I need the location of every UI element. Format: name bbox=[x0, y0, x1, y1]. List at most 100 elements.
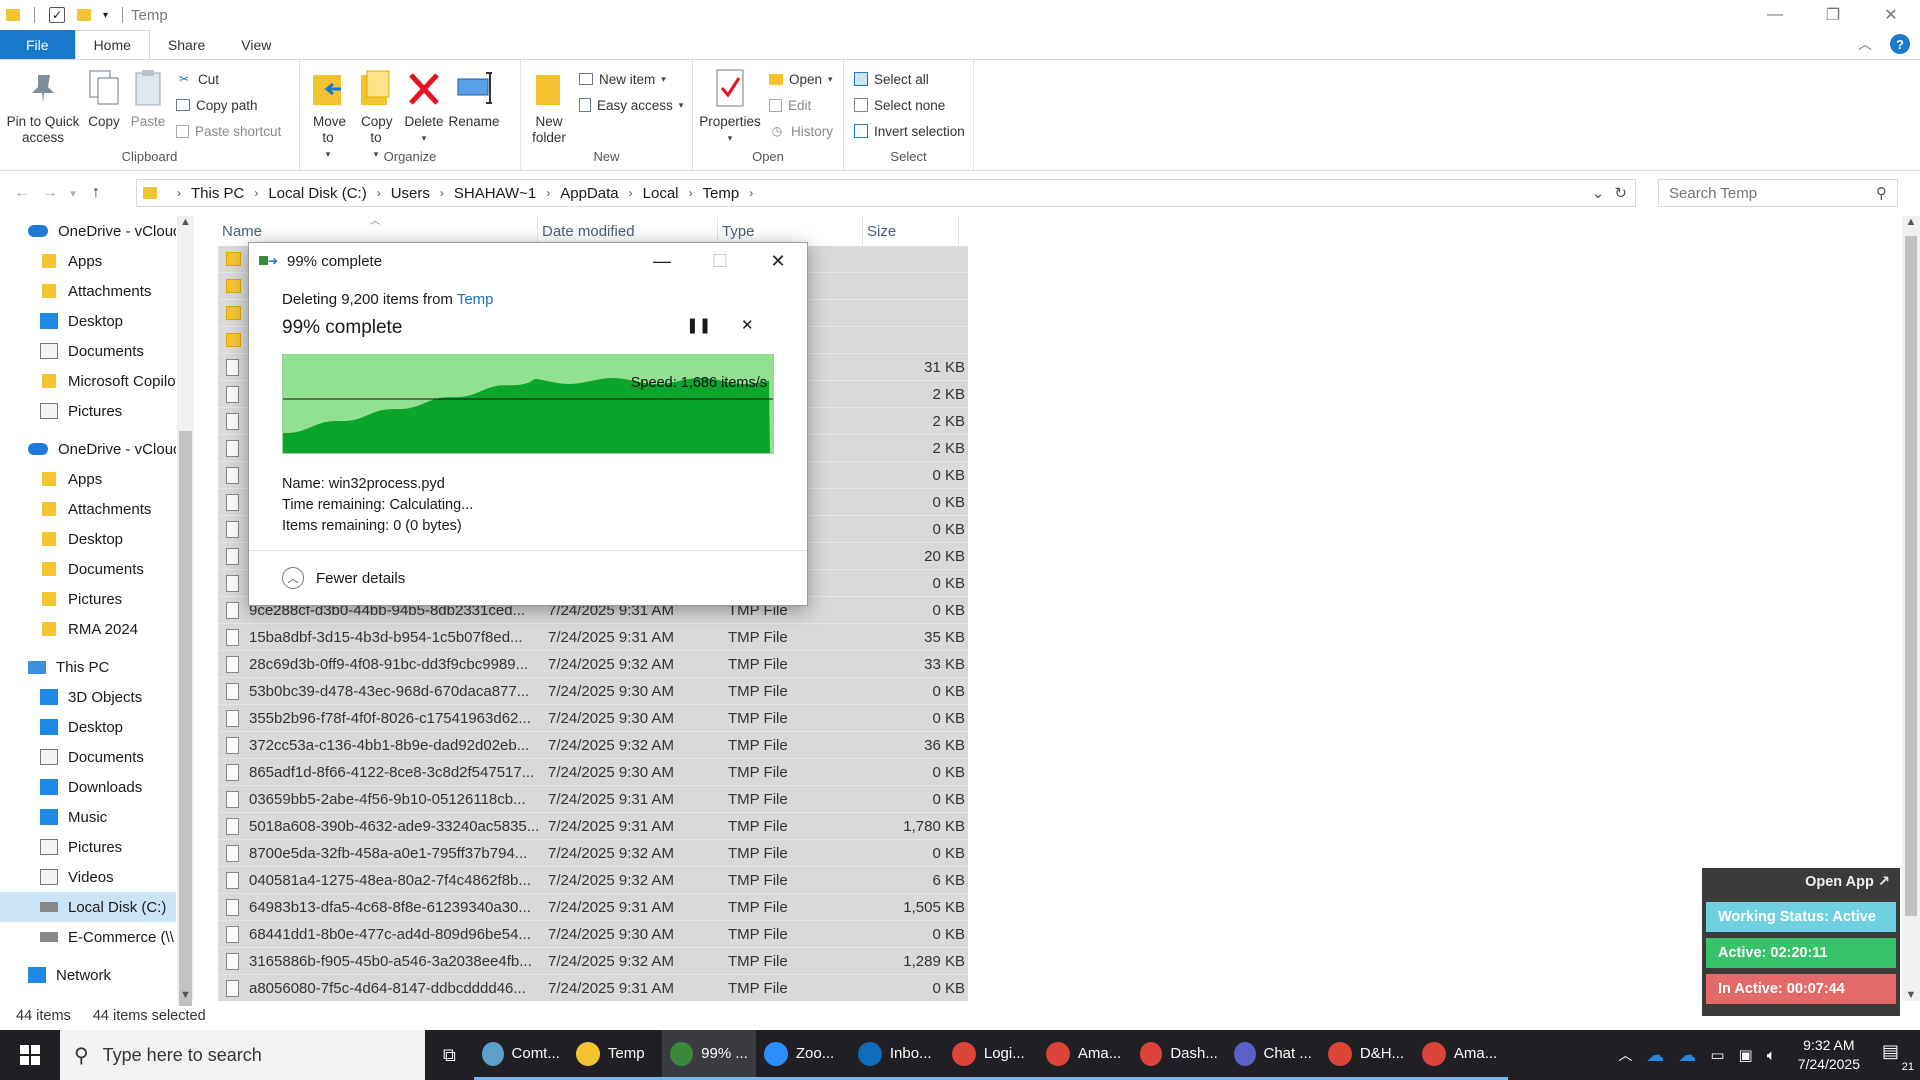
nav-item[interactable]: Network bbox=[0, 960, 176, 990]
open-app-button[interactable]: Open App ↗ bbox=[1706, 874, 1896, 896]
paste-shortcut-button[interactable]: Paste shortcut bbox=[176, 120, 281, 142]
chevron-right-icon[interactable]: › bbox=[546, 186, 550, 200]
onedrive-icon[interactable]: ☁ bbox=[1678, 1045, 1696, 1066]
new-folder-quick-icon[interactable] bbox=[77, 9, 91, 21]
tab-share[interactable]: Share bbox=[150, 30, 223, 60]
recent-locations-icon[interactable]: ▾ bbox=[64, 187, 82, 200]
battery-icon[interactable]: ▭ bbox=[1710, 1046, 1724, 1064]
select-none-button[interactable]: Select none bbox=[854, 94, 965, 116]
nav-item[interactable]: Apps bbox=[0, 464, 176, 494]
cut-button[interactable]: ✂ Cut bbox=[176, 68, 281, 90]
nav-item[interactable]: This PC bbox=[0, 652, 176, 682]
nav-item[interactable]: Microsoft Copilot bbox=[0, 366, 176, 396]
up-arrow-icon[interactable]: ↑ bbox=[82, 184, 110, 202]
nav-item[interactable]: Attachments bbox=[0, 494, 176, 524]
select-all-button[interactable]: Select all bbox=[854, 68, 965, 90]
show-hidden-icons-icon[interactable]: ︿ bbox=[1618, 1045, 1632, 1065]
chevron-right-icon[interactable]: › bbox=[254, 186, 258, 200]
nav-item[interactable]: RMA 2024 bbox=[0, 614, 176, 644]
table-row[interactable]: 3165886b-f905-45b0-a546-3a2038ee4fb... 7/… bbox=[218, 948, 968, 975]
nav-item[interactable]: Attachments bbox=[0, 276, 176, 306]
breadcrumb[interactable]: › This PC › Local Disk (C:) › Users › SH… bbox=[136, 179, 1636, 207]
open-button[interactable]: Open ▾ bbox=[769, 68, 833, 90]
pause-icon[interactable]: ❚❚ bbox=[686, 316, 711, 334]
volume-icon[interactable]: 🔈︎ bbox=[1767, 1047, 1776, 1064]
tab-file[interactable]: File bbox=[0, 30, 75, 60]
nav-item[interactable]: Pictures bbox=[0, 832, 176, 862]
taskbar-app[interactable]: Temp bbox=[567, 1030, 662, 1080]
nav-item[interactable]: OneDrive - vCloud bbox=[0, 216, 176, 246]
chevron-right-icon[interactable]: › bbox=[177, 186, 181, 200]
nav-item[interactable]: Videos bbox=[0, 862, 176, 892]
taskbar-app[interactable]: Zoo... bbox=[755, 1030, 850, 1080]
breadcrumb-users[interactable]: Users bbox=[391, 185, 430, 202]
properties-quick-icon[interactable]: ✓ bbox=[49, 7, 65, 23]
forward-arrow-icon[interactable]: → bbox=[36, 184, 64, 202]
scroll-down-icon[interactable]: ▼ bbox=[1902, 989, 1920, 1001]
taskbar-app[interactable]: Chat ... bbox=[1225, 1030, 1320, 1080]
table-row[interactable]: 68441dd1-8b0e-477c-ad4d-809d96be54... 7/2… bbox=[218, 921, 968, 948]
minimize-button[interactable]: — bbox=[1746, 0, 1804, 30]
nav-item[interactable]: Documents bbox=[0, 554, 176, 584]
back-arrow-icon[interactable]: ← bbox=[8, 184, 36, 202]
scroll-up-icon[interactable]: ▲ bbox=[177, 216, 194, 228]
nav-item[interactable]: E-Commerce (\\ bbox=[0, 922, 176, 952]
file-list-scrollbar[interactable]: ▲ ▼ bbox=[1902, 216, 1920, 1001]
column-size[interactable]: Size bbox=[863, 216, 959, 246]
address-dropdown-icon[interactable]: ⌄ bbox=[1592, 184, 1605, 202]
onedrive-icon[interactable]: ☁ bbox=[1646, 1045, 1664, 1066]
table-row[interactable]: 28c69d3b-0ff9-4f08-91bc-dd3f9cbc9989... 7… bbox=[218, 651, 968, 678]
table-row[interactable]: 865adf1d-8f66-4122-8ce8-3c8d2f547517... 7… bbox=[218, 759, 968, 786]
search-icon[interactable]: ⚲ bbox=[1876, 184, 1887, 202]
easy-access-button[interactable]: Easy access ▾ bbox=[579, 94, 683, 116]
file-list-scroll-thumb[interactable] bbox=[1905, 236, 1917, 916]
help-icon[interactable]: ? bbox=[1890, 34, 1910, 54]
chevron-up-icon[interactable]: ︿ bbox=[282, 567, 304, 589]
edit-button[interactable]: Edit bbox=[769, 94, 833, 116]
search-input[interactable] bbox=[1669, 184, 1876, 202]
taskbar-app[interactable]: Comt... bbox=[473, 1030, 568, 1080]
breadcrumb-appdata[interactable]: AppData bbox=[560, 185, 618, 202]
chevron-right-icon[interactable]: › bbox=[377, 186, 381, 200]
nav-item[interactable]: Pictures bbox=[0, 396, 176, 426]
nav-item[interactable]: OneDrive - vCloud bbox=[0, 434, 176, 464]
copy-path-button[interactable]: Copy path bbox=[176, 94, 281, 116]
breadcrumb-local-disk[interactable]: Local Disk (C:) bbox=[268, 185, 366, 202]
invert-selection-button[interactable]: Invert selection bbox=[854, 120, 965, 142]
nav-scrollbar[interactable]: ▲ ▼ bbox=[177, 216, 194, 1006]
clock[interactable]: 9:32 AM 7/24/2025 bbox=[1798, 1036, 1860, 1074]
nav-item[interactable]: Pictures bbox=[0, 584, 176, 614]
breadcrumb-user[interactable]: SHAHAW~1 bbox=[454, 185, 536, 202]
taskbar-app[interactable]: Dash... bbox=[1131, 1030, 1226, 1080]
nav-item[interactable]: Desktop bbox=[0, 524, 176, 554]
new-item-button[interactable]: New item ▾ bbox=[579, 68, 683, 90]
notification-icon[interactable]: ▤ 21 bbox=[1882, 1041, 1914, 1073]
search-box[interactable]: ⚲ bbox=[1658, 179, 1898, 207]
nav-scroll-thumb[interactable] bbox=[179, 431, 192, 1006]
nav-item[interactable]: Documents bbox=[0, 742, 176, 772]
taskbar-app[interactable]: D&H... bbox=[1319, 1030, 1414, 1080]
nav-item[interactable]: Music bbox=[0, 802, 176, 832]
scroll-up-icon[interactable]: ▲ bbox=[1902, 216, 1920, 228]
breadcrumb-this-pc[interactable]: This PC bbox=[191, 185, 244, 202]
taskbar-app[interactable]: 99% ... bbox=[661, 1030, 756, 1080]
chevron-right-icon[interactable]: › bbox=[749, 186, 753, 200]
fewer-details-button[interactable]: Fewer details bbox=[316, 570, 405, 587]
dialog-minimize-button[interactable]: — bbox=[633, 243, 691, 279]
dialog-close-button[interactable]: ✕ bbox=[749, 243, 807, 279]
taskbar-app[interactable]: Inbo... bbox=[849, 1030, 944, 1080]
cancel-operation-icon[interactable]: ✕ bbox=[741, 316, 754, 334]
taskbar-app[interactable]: Ama... bbox=[1413, 1030, 1508, 1080]
table-row[interactable]: 15ba8dbf-3d15-4b3d-b954-1c5b07f8ed... 7/2… bbox=[218, 624, 968, 651]
taskbar-search[interactable]: ⚲ Type here to search bbox=[60, 1030, 425, 1080]
customize-quick-access-icon[interactable]: ▾ bbox=[103, 10, 108, 21]
breadcrumb-local[interactable]: Local bbox=[643, 185, 679, 202]
taskbar-app[interactable]: Ama... bbox=[1037, 1030, 1132, 1080]
table-row[interactable]: 5018a608-390b-4632-ade9-33240ac5835... 7/… bbox=[218, 813, 968, 840]
history-button[interactable]: ◷ History bbox=[769, 120, 833, 142]
chevron-right-icon[interactable]: › bbox=[689, 186, 693, 200]
scroll-down-icon[interactable]: ▼ bbox=[177, 989, 194, 1001]
table-row[interactable]: 64983b13-dfa5-4c68-8f8e-61239340a30... 7/… bbox=[218, 894, 968, 921]
table-row[interactable]: a8056080-7f5c-4d64-8147-ddbcdddd46... 7/2… bbox=[218, 975, 968, 1001]
nav-item[interactable]: Downloads bbox=[0, 772, 176, 802]
